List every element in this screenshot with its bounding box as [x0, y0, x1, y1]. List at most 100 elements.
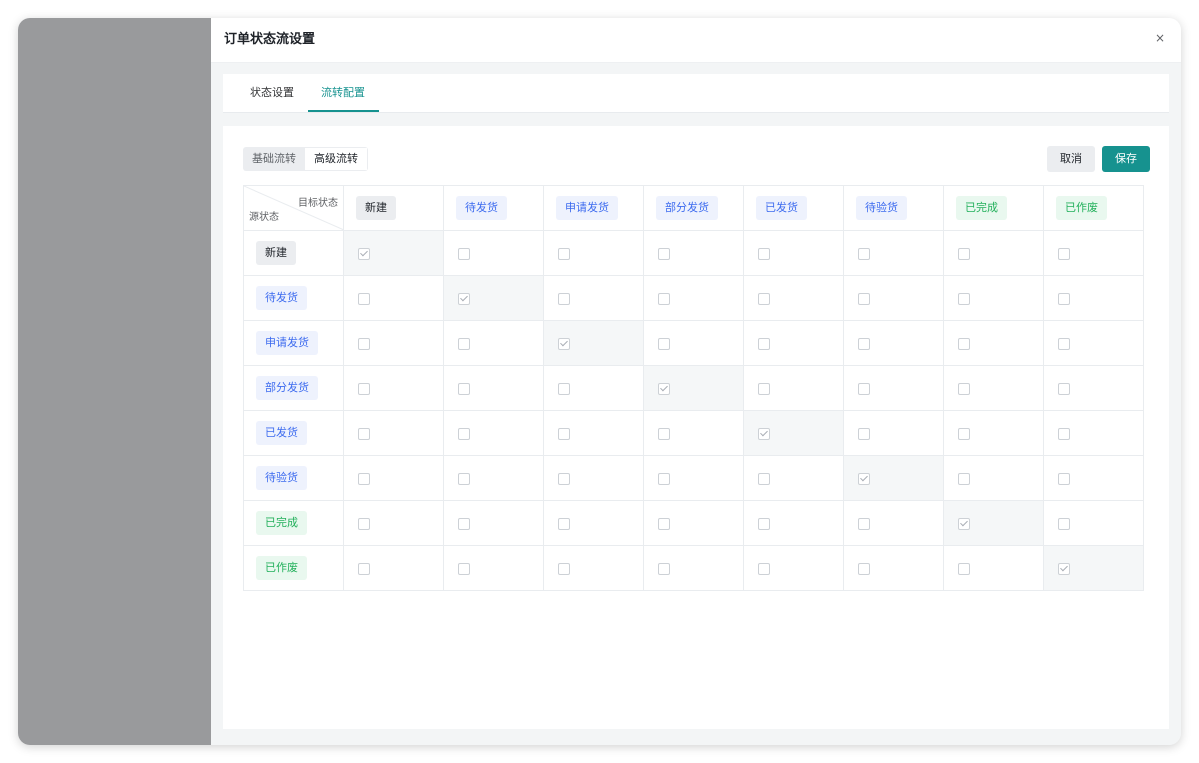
transition-checkbox[interactable] — [458, 563, 470, 575]
status-tag: 待验货 — [856, 196, 907, 220]
transition-cell — [1043, 320, 1144, 366]
transition-cell — [843, 410, 944, 456]
transition-checkbox[interactable] — [758, 293, 770, 305]
transition-checkbox[interactable] — [758, 248, 770, 260]
transition-checkbox[interactable] — [958, 428, 970, 440]
matrix-row: 申请发货 — [243, 320, 1144, 366]
transition-checkbox[interactable] — [1058, 338, 1070, 350]
transition-checkbox[interactable] — [458, 293, 470, 305]
transition-cell — [843, 545, 944, 591]
transition-checkbox[interactable] — [658, 518, 670, 530]
transition-checkbox[interactable] — [1058, 383, 1070, 395]
modal-overlay[interactable] — [18, 18, 211, 745]
transition-checkbox[interactable] — [958, 473, 970, 485]
transition-checkbox[interactable] — [958, 518, 970, 530]
transition-cell — [643, 320, 744, 366]
transition-checkbox[interactable] — [758, 473, 770, 485]
transition-checkbox[interactable] — [558, 428, 570, 440]
transition-checkbox[interactable] — [858, 428, 870, 440]
transition-checkbox[interactable] — [858, 563, 870, 575]
save-button[interactable]: 保存 — [1102, 146, 1150, 172]
transition-checkbox[interactable] — [858, 383, 870, 395]
transition-checkbox[interactable] — [458, 518, 470, 530]
transition-checkbox[interactable] — [1058, 428, 1070, 440]
transition-checkbox[interactable] — [358, 473, 370, 485]
status-tag: 新建 — [256, 241, 296, 265]
transition-checkbox[interactable] — [858, 338, 870, 350]
transition-cell — [843, 275, 944, 321]
transition-checkbox[interactable] — [358, 563, 370, 575]
transition-cell — [943, 230, 1044, 276]
transition-checkbox[interactable] — [758, 383, 770, 395]
transition-checkbox[interactable] — [958, 338, 970, 350]
transition-checkbox[interactable] — [358, 338, 370, 350]
transition-checkbox[interactable] — [458, 473, 470, 485]
transition-checkbox[interactable] — [1058, 248, 1070, 260]
transition-checkbox[interactable] — [958, 563, 970, 575]
transition-checkbox[interactable] — [458, 338, 470, 350]
matrix-row: 新建 — [243, 230, 1144, 276]
transition-checkbox[interactable] — [358, 383, 370, 395]
transition-cell — [1043, 365, 1144, 411]
transition-checkbox[interactable] — [358, 293, 370, 305]
transition-checkbox[interactable] — [358, 518, 370, 530]
transition-checkbox[interactable] — [1058, 293, 1070, 305]
transition-checkbox[interactable] — [458, 428, 470, 440]
transition-checkbox[interactable] — [858, 473, 870, 485]
transition-checkbox[interactable] — [1058, 518, 1070, 530]
status-tag: 待发货 — [456, 196, 507, 220]
transition-checkbox[interactable] — [458, 248, 470, 260]
transition-checkbox[interactable] — [558, 248, 570, 260]
tab-status-settings[interactable]: 状态设置 — [250, 74, 294, 112]
status-tag: 已发货 — [256, 421, 307, 445]
source-status-cell: 待验货 — [243, 455, 344, 501]
transition-checkbox[interactable] — [858, 518, 870, 530]
tab-flow-config[interactable]: 流转配置 — [321, 74, 365, 112]
transition-cell — [643, 455, 744, 501]
status-tag: 申请发货 — [256, 331, 318, 355]
transition-cell — [443, 230, 544, 276]
transition-checkbox[interactable] — [658, 338, 670, 350]
transition-checkbox[interactable] — [1058, 563, 1070, 575]
transition-checkbox[interactable] — [658, 473, 670, 485]
status-tag: 已完成 — [256, 511, 307, 535]
transition-checkbox[interactable] — [958, 248, 970, 260]
transition-checkbox[interactable] — [958, 383, 970, 395]
transition-checkbox[interactable] — [1058, 473, 1070, 485]
cancel-button[interactable]: 取消 — [1047, 146, 1095, 172]
transition-cell — [1043, 455, 1144, 501]
target-status-header: 待验货 — [843, 185, 944, 231]
transition-checkbox[interactable] — [958, 293, 970, 305]
transition-checkbox[interactable] — [558, 563, 570, 575]
transition-checkbox[interactable] — [358, 428, 370, 440]
transition-checkbox[interactable] — [558, 338, 570, 350]
transition-checkbox[interactable] — [658, 428, 670, 440]
target-status-header: 申请发货 — [543, 185, 644, 231]
transition-cell — [543, 320, 644, 366]
transition-checkbox[interactable] — [758, 518, 770, 530]
transition-cell — [343, 230, 444, 276]
transition-checkbox[interactable] — [658, 383, 670, 395]
mode-basic-button[interactable]: 基础流转 — [243, 147, 305, 171]
transition-checkbox[interactable] — [358, 248, 370, 260]
mode-advanced-button[interactable]: 高级流转 — [305, 147, 368, 171]
transition-checkbox[interactable] — [658, 563, 670, 575]
target-status-header: 待发货 — [443, 185, 544, 231]
drawer-header: 订单状态流设置 × — [211, 18, 1181, 63]
transition-checkbox[interactable] — [558, 473, 570, 485]
transition-checkbox[interactable] — [658, 248, 670, 260]
transition-checkbox[interactable] — [558, 518, 570, 530]
transition-cell — [743, 275, 844, 321]
transition-checkbox[interactable] — [858, 248, 870, 260]
transition-checkbox[interactable] — [758, 338, 770, 350]
close-icon[interactable]: × — [1153, 29, 1167, 47]
transition-checkbox[interactable] — [558, 383, 570, 395]
target-status-header: 已作废 — [1043, 185, 1144, 231]
transition-checkbox[interactable] — [658, 293, 670, 305]
transition-checkbox[interactable] — [458, 383, 470, 395]
transition-checkbox[interactable] — [858, 293, 870, 305]
transition-checkbox[interactable] — [558, 293, 570, 305]
transition-checkbox[interactable] — [758, 563, 770, 575]
transition-checkbox[interactable] — [758, 428, 770, 440]
transition-cell — [543, 545, 644, 591]
